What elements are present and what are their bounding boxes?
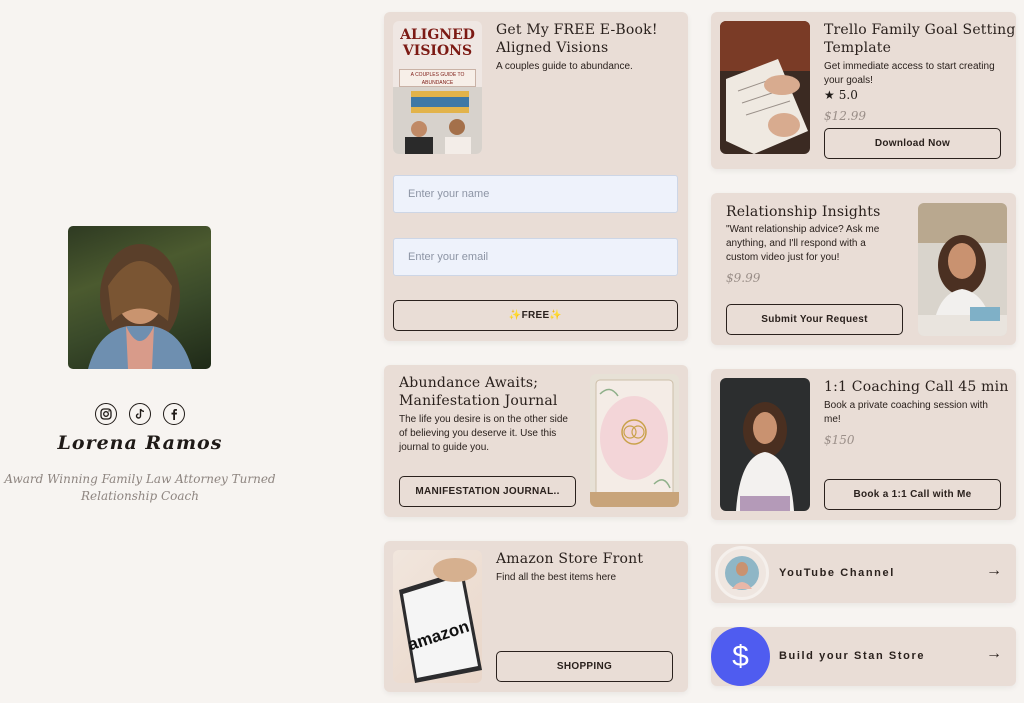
- tiktok-link[interactable]: [129, 403, 151, 425]
- name-input[interactable]: Enter your name: [393, 175, 678, 213]
- coaching-description: Book a private coaching session with me!: [824, 399, 988, 427]
- journal-title-line: Abundance Awaits;: [399, 375, 539, 391]
- journal-description-line: of believing you deserve it. Use this: [399, 428, 557, 439]
- journal-description-line: journal to guide you.: [399, 442, 490, 453]
- arrow-right-icon: →: [986, 562, 1002, 579]
- shopping-button[interactable]: SHOPPING: [496, 651, 673, 682]
- coaching-description-line: Book a private coaching session with: [824, 400, 988, 411]
- ebook-card: ALIGNED VISIONS A COUPLES GUIDE TO ABUND…: [384, 12, 688, 341]
- ebook-title-line: Aligned Visions: [496, 40, 609, 56]
- book-call-button[interactable]: Book a 1:1 Call with Me: [824, 479, 1001, 510]
- trello-title-line: Trello Family Goal Setting: [824, 22, 1016, 38]
- youtube-link-card[interactable]: YouTube Channel →: [711, 544, 1016, 603]
- trello-price: $12.99: [824, 109, 866, 123]
- instagram-icon: [100, 408, 112, 420]
- instagram-link[interactable]: [95, 403, 117, 425]
- trello-description: Get immediate access to start creating y…: [824, 60, 995, 88]
- trello-rating: ★ 5.0: [824, 88, 858, 102]
- trello-description-line: your goals!: [824, 75, 873, 86]
- insights-thumbnail[interactable]: [918, 203, 1007, 336]
- journal-title: Abundance Awaits; Manifestation Journal: [399, 374, 558, 410]
- insights-description-line: anything, and I'll respond with a: [726, 238, 866, 249]
- profile-bio-line: Award Winning Family Law Attorney Turned: [4, 472, 276, 486]
- download-now-button[interactable]: Download Now: [824, 128, 1001, 159]
- tiktok-icon: [135, 408, 145, 419]
- coaching-thumbnail[interactable]: [720, 378, 810, 511]
- stan-store-link-card[interactable]: $ Build your Stan Store →: [711, 627, 1016, 686]
- facebook-icon: [171, 409, 177, 420]
- ebook-title: Get My FREE E-Book! Aligned Visions: [496, 21, 658, 57]
- insights-description-line: "Want relationship advice? Ask me: [726, 224, 880, 235]
- ebook-cover-title-line: ALIGNED: [400, 27, 475, 43]
- ebook-description: A couples guide to abundance.: [496, 61, 633, 72]
- trello-thumbnail[interactable]: [720, 21, 810, 154]
- journal-thumbnail[interactable]: [590, 374, 679, 507]
- youtube-link-label: YouTube Channel: [779, 567, 895, 579]
- amazon-title: Amazon Store Front: [496, 551, 644, 567]
- manifestation-journal-button[interactable]: MANIFESTATION JOURNAL..: [399, 476, 576, 507]
- profile-photo: [68, 226, 211, 369]
- profile-bio: Award Winning Family Law Attorney Turned…: [0, 471, 280, 505]
- trello-title: Trello Family Goal Setting Template: [824, 21, 1016, 57]
- trello-title-line: Template: [824, 40, 892, 56]
- journal-title-line: Manifestation Journal: [399, 393, 558, 409]
- star-icon: ★: [824, 88, 835, 102]
- coaching-title: 1:1 Coaching Call 45 min: [824, 379, 1009, 395]
- ebook-cover-title: ALIGNED VISIONS: [393, 27, 482, 59]
- coaching-description-line: me!: [824, 414, 841, 425]
- ebook-title-line: Get My FREE E-Book!: [496, 22, 658, 38]
- journal-description-line: The life you desire is on the other side: [399, 414, 568, 425]
- free-ebook-button[interactable]: ✨FREE✨: [393, 300, 678, 331]
- trello-card: Trello Family Goal Setting Template Get …: [711, 12, 1016, 169]
- insights-title: Relationship Insights: [726, 204, 881, 220]
- insights-description: "Want relationship advice? Ask me anythi…: [726, 223, 879, 265]
- amazon-thumbnail[interactable]: amazon: [393, 550, 482, 683]
- ebook-cover-title-line: VISIONS: [402, 43, 473, 59]
- trello-description-line: Get immediate access to start creating: [824, 61, 995, 72]
- journal-card: Abundance Awaits; Manifestation Journal …: [384, 365, 688, 517]
- submit-request-button[interactable]: Submit Your Request: [726, 304, 903, 335]
- insights-price: $9.99: [726, 271, 761, 285]
- youtube-avatar: [715, 546, 769, 600]
- ebook-cover-photo: [393, 87, 482, 154]
- coaching-price: $150: [824, 433, 855, 447]
- rating-value: 5.0: [838, 88, 858, 102]
- arrow-right-icon: →: [986, 645, 1002, 662]
- dollar-icon: $: [711, 627, 770, 686]
- insights-description-line: custom video just for you!: [726, 252, 840, 263]
- coaching-card: 1:1 Coaching Call 45 min Book a private …: [711, 369, 1016, 520]
- amazon-card: amazon Amazon Store Front Find all the b…: [384, 541, 688, 692]
- amazon-description: Find all the best items here: [496, 572, 617, 583]
- insights-card: Relationship Insights "Want relationship…: [711, 193, 1016, 345]
- ebook-cover-subtitle: A COUPLES GUIDE TO ABUNDANCE: [399, 69, 476, 87]
- journal-description: The life you desire is on the other side…: [399, 413, 568, 455]
- email-input[interactable]: Enter your email: [393, 238, 678, 276]
- profile-bio-line: Relationship Coach: [81, 489, 199, 503]
- ebook-cover[interactable]: ALIGNED VISIONS A COUPLES GUIDE TO ABUND…: [393, 21, 482, 154]
- facebook-link[interactable]: [163, 403, 185, 425]
- stan-store-link-label: Build your Stan Store: [779, 650, 926, 662]
- profile-name: Lorena Ramos: [57, 432, 223, 454]
